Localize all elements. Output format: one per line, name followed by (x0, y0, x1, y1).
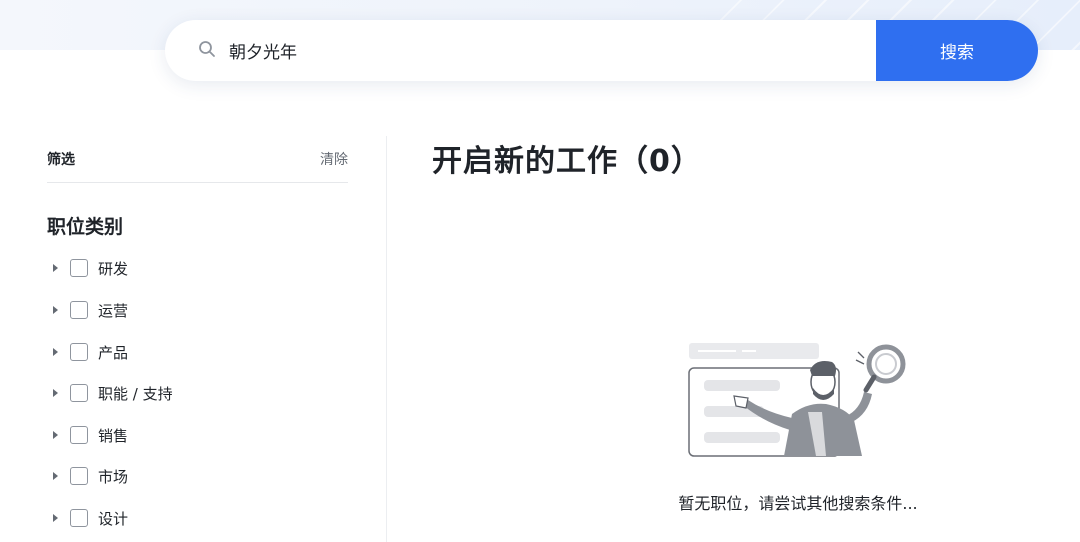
category-label: 运营 (98, 301, 129, 320)
caret-right-icon[interactable] (53, 514, 58, 522)
category-checkbox[interactable] (70, 301, 88, 319)
caret-right-icon[interactable] (53, 306, 58, 314)
category-checkbox[interactable] (70, 384, 88, 402)
category-label: 职能 / 支持 (98, 384, 173, 403)
category-item-sales[interactable]: 销售 (47, 421, 347, 449)
category-item-support[interactable]: 职能 / 支持 (47, 379, 347, 407)
category-item-ops[interactable]: 运营 (47, 296, 347, 324)
caret-right-icon[interactable] (53, 264, 58, 272)
category-item-rd[interactable]: 研发 (47, 254, 347, 282)
category-label: 产品 (98, 343, 129, 362)
category-checkbox[interactable] (70, 509, 88, 527)
category-checkbox[interactable] (70, 259, 88, 277)
category-title: 职位类别 (47, 216, 124, 238)
caret-right-icon[interactable] (53, 389, 58, 397)
caret-right-icon[interactable] (53, 431, 58, 439)
category-label: 研发 (98, 259, 129, 278)
page-title: 开启新的工作（0） (432, 144, 702, 179)
category-item-product[interactable]: 产品 (47, 338, 347, 366)
clear-filter-button[interactable]: 清除 (320, 149, 348, 169)
empty-state-illustration (688, 343, 906, 457)
category-label: 市场 (98, 467, 129, 486)
filter-divider (47, 182, 348, 183)
filter-header: 筛选 清除 (47, 150, 348, 168)
search-button[interactable]: 搜索 (876, 20, 1038, 81)
column-divider (386, 136, 387, 542)
category-checkbox[interactable] (70, 467, 88, 485)
filter-title: 筛选 (47, 152, 75, 168)
category-item-design[interactable]: 设计 (47, 504, 347, 532)
empty-state-message: 暂无职位，请尝试其他搜索条件... (678, 494, 918, 513)
search-icon (199, 41, 215, 57)
search-input[interactable] (229, 34, 789, 66)
category-label: 销售 (98, 426, 129, 445)
caret-right-icon[interactable] (53, 348, 58, 356)
category-checkbox[interactable] (70, 343, 88, 361)
category-item-marketing[interactable]: 市场 (47, 462, 347, 490)
category-checkbox[interactable] (70, 426, 88, 444)
category-label: 设计 (98, 509, 129, 528)
caret-right-icon[interactable] (53, 472, 58, 480)
